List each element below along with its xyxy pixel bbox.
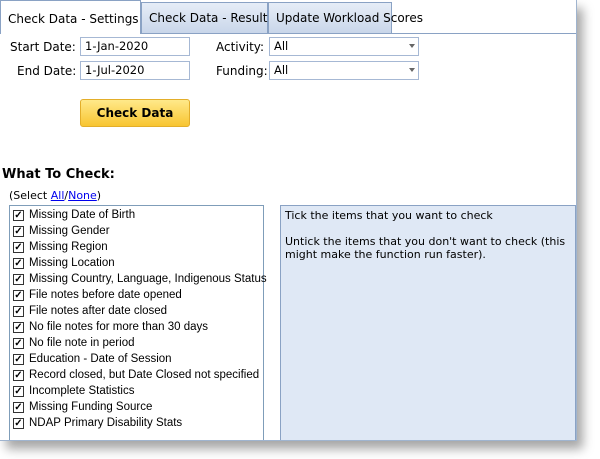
select-all-link[interactable]: All <box>51 189 65 202</box>
list-item-label: File notes before date opened <box>29 289 182 301</box>
select-none-link[interactable]: None <box>68 189 97 202</box>
list-item-label: File notes after date closed <box>29 305 168 317</box>
activity-dropdown[interactable]: All <box>269 37 419 56</box>
list-item-label: Education - Date of Session <box>29 353 172 365</box>
checkbox[interactable]: ✓ <box>13 242 24 253</box>
list-item-label: Missing Funding Source <box>29 401 153 413</box>
select-all-none: (Select All/None) <box>9 189 101 202</box>
list-item-label: No file notes for more than 30 days <box>29 321 208 333</box>
checkbox[interactable]: ✓ <box>13 210 24 221</box>
check-data-button[interactable]: Check Data <box>80 99 190 127</box>
end-date-field[interactable]: 1-Jul-2020 <box>80 61 190 80</box>
checkbox[interactable]: ✓ <box>13 226 24 237</box>
select-prefix: (Select <box>9 189 51 202</box>
funding-label: Funding: <box>216 64 268 78</box>
activity-label: Activity: <box>216 40 265 54</box>
check-items-list[interactable]: ✓ Missing Date of Birth ✓ Missing Gender ✓… <box>9 205 267 440</box>
checkbox[interactable]: ✓ <box>13 290 24 301</box>
list-item-label: Missing Date of Birth <box>29 209 136 221</box>
help-text-line-2: Untick the items that you don't want to … <box>285 235 566 261</box>
tab-check-data-results[interactable]: Check Data - Results <box>141 2 274 33</box>
checkbox[interactable]: ✓ <box>13 322 24 333</box>
checkbox[interactable]: ✓ <box>13 402 24 413</box>
tab-bar: Check Data - Settings Check Data - Resul… <box>0 0 576 34</box>
chevron-down-icon[interactable] <box>409 68 415 72</box>
list-item-label: Missing Region <box>29 241 108 253</box>
start-date-field[interactable]: 1-Jan-2020 <box>80 37 190 56</box>
activity-value: All <box>274 39 289 53</box>
funding-value: All <box>274 63 289 77</box>
list-item-label: Missing Country, Language, Indigenous St… <box>29 273 267 285</box>
tab-underline <box>141 33 576 34</box>
checkbox[interactable]: ✓ <box>13 274 24 285</box>
help-text-line-1: Tick the items that you want to check <box>285 209 493 222</box>
list-item-label: Incomplete Statistics <box>29 385 135 397</box>
checkbox[interactable]: ✓ <box>13 354 24 365</box>
list-item-label: No file note in period <box>29 337 135 349</box>
end-date-label: End Date: <box>17 64 77 78</box>
help-panel: Tick the items that you want to check Un… <box>280 205 576 440</box>
start-date-label: Start Date: <box>10 40 76 54</box>
tab-check-data-settings[interactable]: Check Data - Settings <box>0 0 141 34</box>
checkbox[interactable]: ✓ <box>13 418 24 429</box>
checkbox[interactable]: ✓ <box>13 258 24 269</box>
list-item-label: Record closed, but Date Closed not speci… <box>29 369 260 381</box>
chevron-down-icon[interactable] <box>409 44 415 48</box>
dialog-window: Check Data - Settings Check Data - Resul… <box>0 0 577 441</box>
checkbox[interactable]: ✓ <box>13 386 24 397</box>
list-item-label: Missing Location <box>29 257 115 269</box>
funding-dropdown[interactable]: All <box>269 61 419 80</box>
checkbox[interactable]: ✓ <box>13 370 24 381</box>
tab-update-workload-scores[interactable]: Update Workload Scores <box>268 2 423 33</box>
checkbox[interactable]: ✓ <box>13 338 24 349</box>
list-item-label: Missing Gender <box>29 225 110 237</box>
select-suffix: ) <box>96 189 102 202</box>
checkbox[interactable]: ✓ <box>13 306 24 317</box>
what-to-check-heading: What To Check: <box>2 167 115 182</box>
list-item-label: NDAP Primary Disability Stats <box>29 417 183 429</box>
